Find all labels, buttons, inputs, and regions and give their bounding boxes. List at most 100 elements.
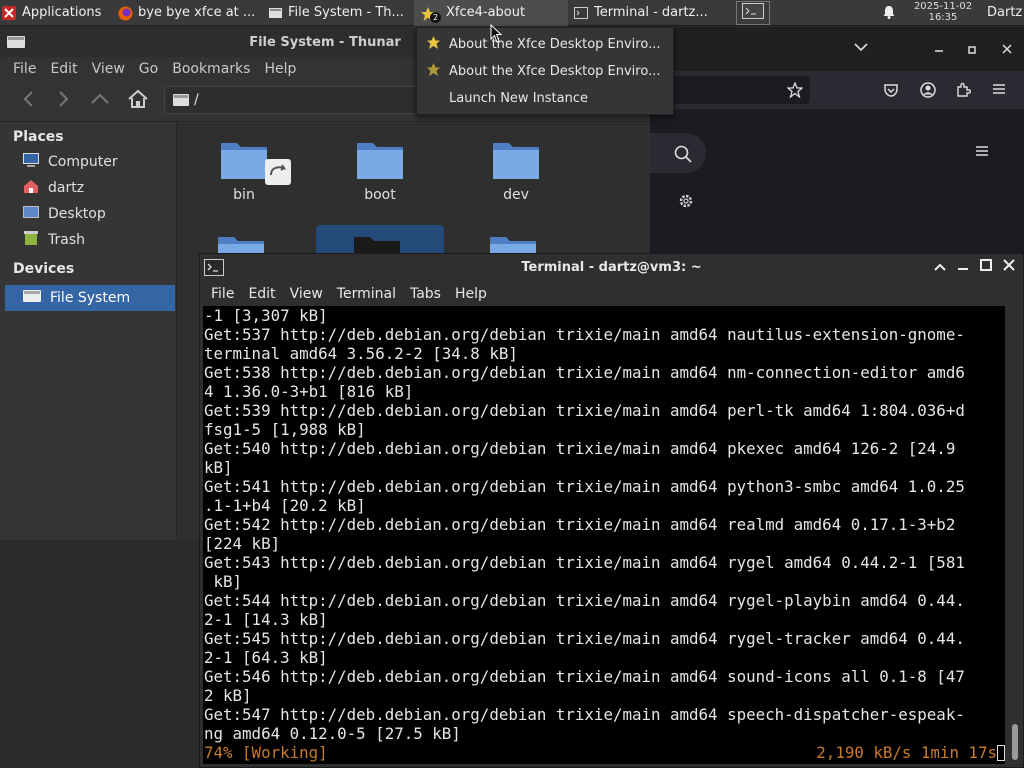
folder-icon bbox=[491, 137, 541, 181]
minimize-icon bbox=[957, 259, 969, 275]
file-item-boot[interactable]: boot bbox=[325, 129, 435, 203]
status-left: 74% [Working] bbox=[204, 743, 328, 762]
terminal-line: ng amd64 0.12.0-5 [27.5 kB] bbox=[204, 724, 461, 743]
menu-item-label: About the Xfce Desktop Enviro... bbox=[449, 37, 661, 52]
maximize-icon[interactable] bbox=[968, 43, 976, 58]
sidebar-item-dartz[interactable]: dartz bbox=[0, 175, 176, 201]
notification-bell-icon[interactable] bbox=[882, 5, 896, 19]
devices-header: Devices bbox=[13, 261, 75, 277]
menu-view[interactable]: View bbox=[283, 286, 330, 302]
mouse-cursor-icon bbox=[490, 23, 503, 48]
back-button[interactable] bbox=[16, 89, 40, 113]
menu-item-about-xfce-1[interactable]: About the Xfce Desktop Enviro... bbox=[417, 31, 673, 58]
firefox-titlebar bbox=[650, 27, 1024, 71]
terminal-line: 2-1 [64.3 kB] bbox=[204, 648, 328, 667]
chevron-down-icon[interactable] bbox=[854, 41, 868, 56]
account-icon[interactable] bbox=[920, 82, 936, 102]
file-name: bin bbox=[233, 187, 255, 203]
terminal-icon bbox=[574, 6, 588, 20]
apt-progress-line: 74% [Working] 2,190 kB/s 1min 17s bbox=[203, 743, 1005, 762]
menu-terminal[interactable]: Terminal bbox=[330, 286, 403, 302]
terminal-line: Get:544 http://deb.debian.org/debian tri… bbox=[204, 591, 965, 610]
drive-icon bbox=[173, 94, 189, 110]
menu-edit[interactable]: Edit bbox=[43, 61, 84, 77]
terminal-window: Terminal - dartz@vm3: ~ File Edit View T… bbox=[199, 253, 1024, 768]
menu-go[interactable]: Go bbox=[132, 61, 165, 77]
terminal-output[interactable]: -1 [3,307 kB] Get:537 http://deb.debian.o… bbox=[203, 306, 1005, 764]
sidebar-item-computer[interactable]: Computer bbox=[0, 149, 176, 175]
terminal-titlebar[interactable]: Terminal - dartz@vm3: ~ bbox=[200, 254, 1023, 282]
minimize-button[interactable] bbox=[956, 260, 970, 274]
menu-item-label: Launch New Instance bbox=[449, 91, 588, 106]
file-item-dev[interactable]: dev bbox=[461, 129, 571, 203]
menu-file[interactable]: File bbox=[204, 286, 241, 302]
maximize-icon bbox=[980, 259, 992, 275]
sidebar-item-trash[interactable]: Trash bbox=[0, 227, 176, 253]
menu-item-about-xfce-2[interactable]: About the Xfce Desktop Enviro... bbox=[417, 58, 673, 85]
menu-tabs[interactable]: Tabs bbox=[403, 286, 448, 302]
maximize-button[interactable] bbox=[979, 259, 993, 275]
menu-help[interactable]: Help bbox=[257, 61, 303, 77]
file-item-bin[interactable]: bin bbox=[189, 129, 299, 203]
taskbar-item-firefox[interactable]: bye bye xfce at ... bbox=[112, 0, 262, 26]
home-folder-icon bbox=[22, 178, 40, 198]
sidebar-item-desktop[interactable]: Desktop bbox=[0, 201, 176, 227]
terminal-line: Get:541 http://deb.debian.org/debian tri… bbox=[204, 477, 965, 496]
chevron-left-icon bbox=[22, 90, 34, 112]
forward-button[interactable] bbox=[52, 89, 76, 113]
close-icon[interactable] bbox=[1002, 43, 1012, 58]
pocket-icon[interactable] bbox=[883, 82, 899, 102]
applications-menu-button[interactable]: Applications bbox=[0, 0, 112, 26]
menu-help[interactable]: Help bbox=[448, 286, 494, 302]
sidebar-item-label: dartz bbox=[48, 180, 85, 196]
hamburger-menu-icon[interactable] bbox=[992, 83, 1006, 99]
shade-button[interactable] bbox=[933, 260, 947, 274]
chevron-up-icon bbox=[90, 93, 110, 109]
desktop-icon bbox=[22, 204, 40, 224]
menu-file[interactable]: File bbox=[6, 61, 43, 77]
hamburger-menu-icon[interactable] bbox=[975, 145, 989, 161]
sidebar-item-label: Computer bbox=[48, 154, 118, 170]
trash-icon bbox=[22, 230, 40, 250]
places-header: Places bbox=[13, 129, 64, 145]
menu-item-launch-new-instance[interactable]: Launch New Instance bbox=[417, 85, 673, 112]
group-count-badge: 2 bbox=[430, 11, 441, 23]
bookmark-star-icon[interactable] bbox=[786, 81, 804, 102]
menu-bookmarks[interactable]: Bookmarks bbox=[165, 61, 257, 77]
top-panel: Applications bye bye xfce at ... File Sy… bbox=[0, 0, 1024, 26]
extensions-icon[interactable] bbox=[955, 82, 972, 102]
chevron-right-icon bbox=[58, 90, 70, 112]
url-bar[interactable] bbox=[650, 76, 810, 104]
search-box[interactable] bbox=[650, 133, 706, 173]
applications-label: Applications bbox=[22, 5, 102, 20]
taskbar-item-xfce4-about[interactable]: 2 Xfce4-about bbox=[414, 0, 568, 26]
menu-view[interactable]: View bbox=[85, 61, 132, 77]
folder-link-icon bbox=[219, 137, 291, 185]
clock-time: 16:35 bbox=[928, 12, 958, 23]
terminal-scrollbar[interactable] bbox=[1012, 724, 1018, 760]
home-button[interactable] bbox=[126, 89, 150, 113]
up-button[interactable] bbox=[88, 89, 112, 113]
menu-edit[interactable]: Edit bbox=[241, 286, 282, 302]
terminal-line: kB] bbox=[204, 572, 243, 591]
user-menu[interactable]: Dartz bbox=[987, 5, 1022, 20]
file-name: boot bbox=[364, 187, 396, 203]
terminal-line: Get:539 http://deb.debian.org/debian tri… bbox=[204, 401, 965, 420]
close-button[interactable] bbox=[1002, 259, 1016, 274]
path-text: / bbox=[194, 92, 199, 108]
star-icon bbox=[426, 62, 441, 81]
status-right: 2,190 kB/s 1min 17s bbox=[816, 743, 1005, 762]
sidebar-item-file-system[interactable]: File System bbox=[5, 285, 175, 311]
taskbar-item-thunar[interactable]: File System - Th... bbox=[262, 0, 414, 26]
terminal-line: .1-1+b4 [20.2 kB] bbox=[204, 496, 366, 515]
home-icon bbox=[127, 89, 149, 113]
sidebar-item-label: File System bbox=[50, 290, 131, 306]
minimize-icon[interactable] bbox=[934, 41, 944, 57]
panel-clock[interactable]: 2025-11-02 16:35 bbox=[908, 1, 978, 23]
gear-icon[interactable] bbox=[678, 193, 694, 213]
workspace-switcher[interactable] bbox=[736, 0, 770, 25]
star-icon bbox=[426, 35, 441, 54]
taskbar-item-terminal[interactable]: Terminal - dartz... bbox=[568, 0, 724, 26]
terminal-line: 4 1.36.0-3+b1 [816 kB] bbox=[204, 382, 414, 401]
thunar-sidebar: Places Computer dartz Desktop Trash Devi… bbox=[0, 123, 177, 540]
